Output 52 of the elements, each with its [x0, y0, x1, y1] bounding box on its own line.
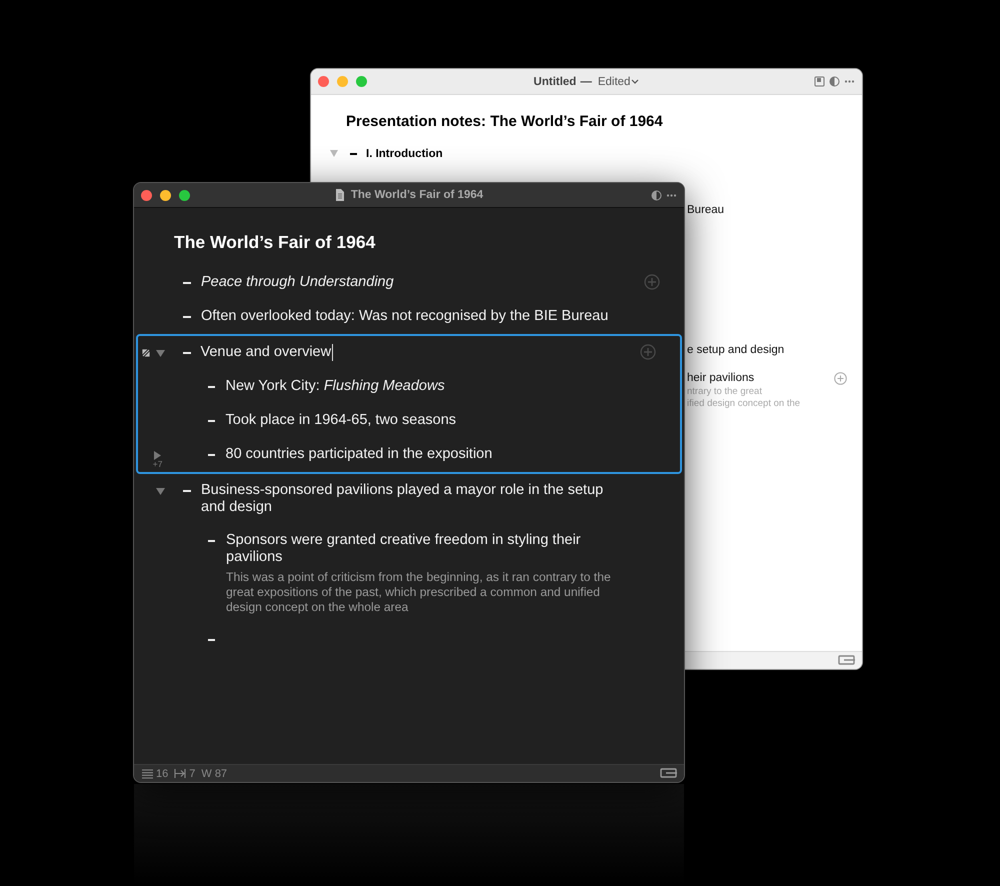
outline-item[interactable]: Peace through Understanding — [201, 274, 611, 291]
close-button[interactable] — [141, 190, 152, 200]
chevron-icon — [631, 78, 640, 84]
resize-icon[interactable] — [142, 349, 150, 357]
bullet-dash — [208, 454, 214, 456]
tab-icon — [174, 769, 186, 778]
bullet-dash — [182, 352, 190, 354]
keyboard-icon[interactable] — [838, 655, 856, 666]
disclosure-triangle-icon[interactable] — [156, 350, 164, 356]
outline-item[interactable]: I. Introduction — [366, 148, 443, 160]
word-count: W 87 — [201, 768, 228, 780]
outline-item[interactable]: Bureau — [687, 204, 724, 216]
bullet-dash — [208, 639, 215, 641]
outline-item[interactable]: Venue and overview — [200, 344, 610, 361]
window-title: The World’s Fair of 1964 — [350, 189, 484, 201]
minimize-button[interactable] — [160, 190, 171, 200]
outline-item[interactable]: 80 countries participated in the exposition — [226, 446, 618, 463]
theme-icon[interactable] — [829, 76, 840, 87]
document-heading: Presentation notes: The World’s Fair of 1964 — [345, 113, 664, 130]
bullet-dash — [208, 386, 214, 388]
outline-item[interactable]: Often overlooked today: Was not recognised by the BIE Bureau — [201, 308, 611, 325]
item-note: This was a point of criticism from the beginning, as it ran contrary to the great expositions of the past, which prescribed a common and unified design concept on the whole area — [226, 570, 612, 615]
edited-menu[interactable]: Edited — [598, 76, 630, 88]
item-note: ified design concept on the — [687, 398, 802, 410]
hidden-count: +7 — [152, 460, 162, 469]
tab-count: 7 — [189, 768, 196, 780]
outline-item[interactable]: Business-sponsored pavilions played a mayor role in the setup and design — [201, 482, 611, 516]
keyboard-icon[interactable] — [660, 768, 678, 779]
outline-item[interactable]: e setup and design — [687, 344, 784, 356]
add-icon[interactable] — [834, 372, 847, 384]
list-icon — [142, 768, 153, 778]
disclosure-triangle-icon[interactable] — [156, 488, 165, 494]
outline-item[interactable]: Sponsors were granted creative freedom in styling their pavilions — [226, 532, 618, 566]
zoom-button[interactable] — [179, 190, 190, 200]
title-separator: — — [580, 76, 592, 88]
disclosure-triangle-icon[interactable] — [154, 451, 162, 460]
sidebar-icon[interactable] — [814, 76, 825, 87]
bullet-dash — [208, 420, 214, 422]
document-icon — [334, 189, 345, 201]
outline-item[interactable]: New York City: Flushing Meadows — [226, 378, 618, 395]
bullet-dash — [183, 316, 191, 318]
disclosure-triangle-icon[interactable] — [330, 150, 338, 157]
bullet-dash — [183, 490, 191, 492]
close-button[interactable] — [318, 76, 329, 87]
outline-item[interactable]: heir pavilions — [687, 372, 754, 384]
line-count: 16 — [156, 768, 168, 780]
bullet-dash — [208, 540, 215, 542]
document-heading: The World’s Fair of 1964 — [173, 232, 376, 253]
outline-item[interactable]: Took place in 1964-65, two seasons — [226, 412, 618, 429]
theme-icon[interactable] — [651, 190, 662, 200]
window-title: Untitled — [534, 76, 576, 88]
bullet-dash — [183, 282, 191, 284]
